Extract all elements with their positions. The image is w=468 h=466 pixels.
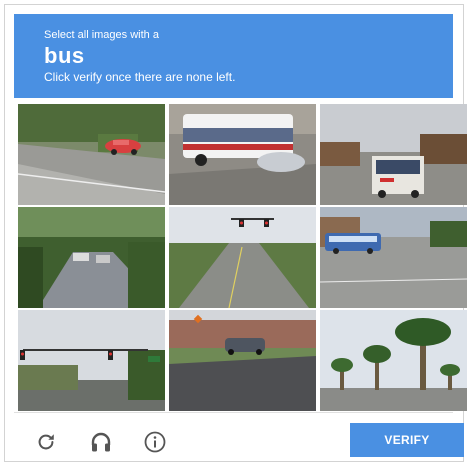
tile-5-image (169, 207, 316, 308)
challenge-header: Select all images with a bus Click verif… (14, 14, 453, 98)
headphones-icon (91, 432, 111, 452)
tile-4-image (18, 207, 165, 308)
image-grid (18, 104, 468, 412)
tile-1[interactable] (18, 104, 165, 205)
tile-5[interactable] (169, 207, 316, 308)
tile-3-image (320, 104, 467, 205)
tile-2-image (169, 104, 316, 205)
target-object: bus (44, 43, 85, 68)
tile-1-image (18, 104, 165, 205)
tile-8[interactable] (169, 310, 316, 411)
footer-divider (14, 412, 453, 413)
reload-button[interactable] (32, 428, 60, 456)
tile-3[interactable] (320, 104, 467, 205)
tile-9[interactable] (320, 310, 467, 411)
info-button[interactable] (141, 428, 169, 456)
tile-8-image (169, 310, 316, 411)
tile-7-image (18, 310, 165, 411)
tile-9-image (320, 310, 467, 411)
verify-button[interactable]: VERIFY (350, 423, 464, 457)
hint-text: Click verify once there are none left. (44, 70, 236, 84)
reload-icon (38, 434, 54, 450)
info-icon (144, 431, 166, 453)
audio-challenge-button[interactable] (87, 428, 115, 456)
tile-6-image (320, 207, 467, 308)
tile-6[interactable] (320, 207, 467, 308)
instruction-text: Select all images with a (44, 29, 159, 41)
tile-4[interactable] (18, 207, 165, 308)
tile-2[interactable] (169, 104, 316, 205)
tile-7[interactable] (18, 310, 165, 411)
